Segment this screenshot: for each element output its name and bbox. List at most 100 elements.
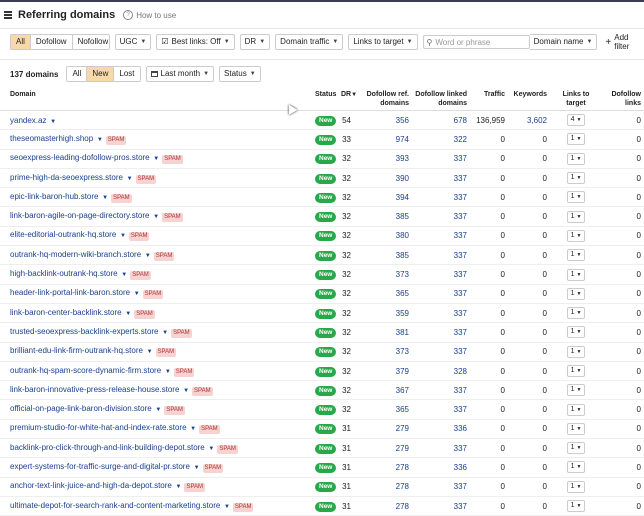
dofollow-linked-cell[interactable]: 336 (412, 457, 470, 478)
domain-link[interactable]: expert-systems-for-traffic-surge-and-dig… (10, 462, 190, 471)
dofollow-ref-cell[interactable]: 365 (354, 399, 412, 420)
caret-down-icon[interactable]: ▼ (125, 176, 133, 182)
dofollow-ref-cell[interactable]: 380 (354, 226, 412, 247)
col-traffic[interactable]: Traffic (470, 88, 508, 111)
menu-icon[interactable] (4, 11, 12, 19)
dofollow-ref-cell[interactable]: 390 (354, 168, 412, 189)
col-dofollow-ref[interactable]: Dofollow ref. domains (354, 88, 412, 111)
dofollow-linked-cell[interactable]: 337 (412, 245, 470, 266)
dofollow-linked-cell[interactable]: 337 (412, 187, 470, 208)
dofollow-linked-cell[interactable]: 337 (412, 226, 470, 247)
dofollow-ref-cell[interactable]: 385 (354, 245, 412, 266)
dofollow-linked-cell[interactable]: 337 (412, 264, 470, 285)
domain-link[interactable]: link-baron-agile-on-page-directory.store (10, 211, 149, 220)
dofollow-ref-cell[interactable]: 359 (354, 303, 412, 324)
caret-down-icon[interactable]: ▼ (161, 330, 168, 336)
dofollow-ref-cell[interactable]: 393 (354, 149, 412, 169)
domain-link[interactable]: header-link-portal-link-baron.store (10, 288, 130, 297)
links-dropdown[interactable]: 1 ▼ (566, 172, 586, 185)
domain-link[interactable]: ultimate-depot-for-search-rank-and-conte… (10, 501, 220, 510)
dofollow-linked-cell[interactable]: 337 (412, 342, 470, 362)
caret-down-icon[interactable]: ▼ (124, 311, 131, 317)
col-domain[interactable]: Domain (0, 88, 312, 111)
dofollow-linked-cell[interactable]: 322 (412, 129, 470, 150)
dofollow-ref-cell[interactable]: 381 (354, 322, 412, 343)
dofollow-ref-cell[interactable]: 373 (354, 342, 412, 362)
links-dropdown[interactable]: 1 ▼ (566, 384, 586, 397)
caret-down-icon[interactable]: ▼ (132, 291, 140, 297)
links-dropdown[interactable]: 1 ▼ (566, 403, 586, 416)
links-dropdown[interactable]: 4 ▼ (566, 114, 586, 127)
domain-traffic-dropdown[interactable]: Domain traffic ▼ (275, 34, 344, 50)
dofollow-linked-cell[interactable]: 337 (412, 303, 470, 324)
caret-down-icon[interactable]: ▼ (143, 253, 151, 259)
col-dofollow-linked[interactable]: Dofollow linked domains (412, 88, 470, 111)
domain-link[interactable]: premium-studio-for-white-hat-and-index-r… (10, 423, 187, 432)
links-dropdown[interactable]: 1 ▼ (566, 249, 586, 262)
domain-link[interactable]: official-on-page-link-baron-division.sto… (10, 404, 152, 413)
caret-down-icon[interactable]: ▼ (163, 369, 171, 375)
dofollow-linked-cell[interactable]: 337 (412, 438, 470, 459)
dofollow-linked-cell[interactable]: 337 (412, 477, 470, 497)
caret-down-icon[interactable]: ▼ (101, 195, 108, 201)
links-dropdown[interactable]: 1 ▼ (566, 365, 586, 377)
col-links-to-target[interactable]: Links to target (550, 88, 602, 111)
domain-link[interactable]: brilliant-edu-link-firm-outrank-hq.store (10, 346, 143, 355)
caret-down-icon[interactable]: ▼ (174, 484, 182, 490)
dofollow-ref-cell[interactable]: 278 (354, 477, 412, 497)
subfilter-lost[interactable]: Lost (114, 67, 140, 81)
dr-dropdown[interactable]: DR ▼ (239, 34, 271, 50)
links-dropdown[interactable]: 1 ▼ (566, 191, 586, 204)
links-dropdown[interactable]: 1 ▼ (566, 461, 586, 474)
dofollow-linked-cell[interactable]: 337 (412, 399, 470, 420)
caret-down-icon[interactable]: ▼ (118, 233, 126, 239)
dofollow-ref-cell[interactable]: 278 (354, 496, 412, 516)
filter-all[interactable]: All (11, 35, 31, 49)
links-dropdown[interactable]: 1 ▼ (566, 326, 586, 339)
dofollow-ref-cell[interactable]: 974 (354, 129, 412, 150)
links-dropdown[interactable]: 1 ▼ (566, 229, 586, 242)
dofollow-linked-cell[interactable]: 337 (412, 496, 470, 516)
filter-nofollow[interactable]: Nofollow (72, 35, 109, 49)
status-dropdown[interactable]: Status ▼ (219, 66, 261, 82)
caret-down-icon[interactable]: ▼ (120, 272, 127, 278)
links-dropdown[interactable]: 1 ▼ (566, 268, 586, 281)
domain-link[interactable]: link-baron-center-backlink.store (10, 308, 122, 317)
caret-down-icon[interactable]: ▼ (154, 407, 161, 413)
dofollow-ref-cell[interactable]: 373 (354, 264, 412, 285)
dofollow-linked-cell[interactable]: 337 (412, 380, 470, 401)
caret-down-icon[interactable]: ▼ (222, 504, 230, 510)
dofollow-linked-cell[interactable]: 328 (412, 361, 470, 382)
dofollow-linked-cell[interactable]: 336 (412, 419, 470, 440)
domain-link[interactable]: link-baron-innovative-press-release-hous… (10, 385, 179, 394)
add-filter-button[interactable]: + Add filter (605, 33, 644, 51)
caret-down-icon[interactable]: ▼ (181, 388, 189, 394)
search-input[interactable] (432, 37, 528, 47)
dofollow-linked-cell[interactable]: 337 (412, 206, 470, 227)
links-to-target-dropdown[interactable]: Links to target ▼ (348, 34, 418, 50)
keywords-cell[interactable]: 3,602 (508, 110, 550, 131)
dofollow-ref-cell[interactable]: 356 (354, 110, 412, 131)
links-dropdown[interactable]: 1 ▼ (566, 210, 586, 223)
col-status[interactable]: Status (312, 88, 338, 111)
dofollow-linked-cell[interactable]: 337 (412, 284, 470, 304)
domain-link[interactable]: prime-high-da-seoexpress.store (10, 173, 123, 182)
dofollow-ref-cell[interactable]: 385 (354, 206, 412, 227)
domain-link[interactable]: epic-link-baron-hub.store (10, 192, 99, 201)
caret-down-icon[interactable]: ▼ (48, 119, 56, 125)
dofollow-ref-cell[interactable]: 365 (354, 284, 412, 304)
links-dropdown[interactable]: 1 ▼ (566, 345, 586, 358)
dofollow-linked-cell[interactable]: 337 (412, 149, 470, 169)
caret-down-icon[interactable]: ▼ (151, 214, 159, 220)
domain-link[interactable]: yandex.az (10, 116, 46, 125)
domain-link[interactable]: outrank-hq-spam-score-dynamic-firm.store (10, 366, 161, 375)
links-dropdown[interactable]: 1 ▼ (566, 500, 586, 513)
caret-down-icon[interactable]: ▼ (207, 446, 214, 452)
links-dropdown[interactable]: 1 ▼ (566, 480, 586, 493)
dofollow-linked-cell[interactable]: 337 (412, 322, 470, 343)
dofollow-ref-cell[interactable]: 379 (354, 361, 412, 382)
links-dropdown[interactable]: 1 ▼ (566, 133, 586, 146)
ugc-dropdown[interactable]: UGC ▼ (114, 34, 152, 50)
domain-link[interactable]: outrank-hq-modern-wiki-branch.store (10, 250, 141, 259)
caret-down-icon[interactable]: ▼ (189, 426, 196, 432)
